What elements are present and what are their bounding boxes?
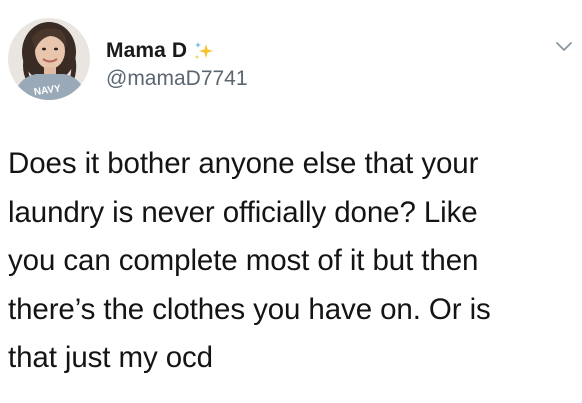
display-name-row: Mama D	[106, 37, 217, 65]
avatar-photo: NAVY	[8, 18, 90, 100]
user-handle[interactable]: @mamaD7741	[106, 67, 248, 91]
tweet-text: Does it bother anyone else that your lau…	[8, 147, 491, 374]
tweet-card: NAVY Mama D @mamaD7741 Does it bother an…	[0, 0, 582, 403]
display-name[interactable]: Mama D	[106, 39, 187, 63]
sparkles-icon	[191, 38, 217, 64]
avatar[interactable]: NAVY	[8, 18, 90, 100]
chevron-down-icon[interactable]	[555, 38, 573, 56]
